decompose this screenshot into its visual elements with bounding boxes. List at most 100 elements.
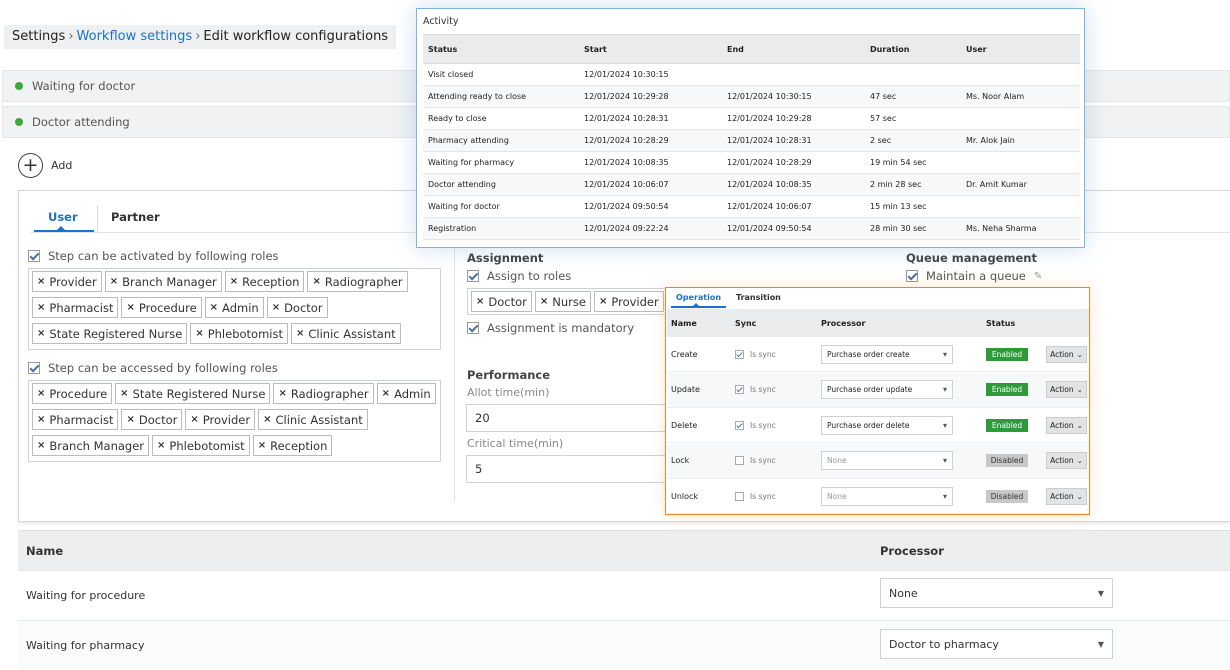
assignment-mandatory-checkbox-row[interactable]: Assignment is mandatory: [467, 321, 634, 335]
role-tag-radiographer[interactable]: × Radiographer: [307, 271, 408, 292]
breadcrumb-settings[interactable]: Settings: [12, 29, 65, 44]
checkbox-checked-icon[interactable]: [28, 362, 40, 374]
activity-start-cell: 12/01/2024 09:50:54: [579, 195, 722, 218]
tab-user[interactable]: User: [48, 210, 78, 224]
critical-time-input[interactable]: 5: [466, 455, 666, 483]
step-label: Doctor attending: [32, 115, 130, 129]
processor-select[interactable]: Doctor to pharmacy ▼: [880, 629, 1113, 659]
role-tag-procedure[interactable]: × Procedure: [32, 383, 113, 404]
role-tag-pharmacist[interactable]: × Pharmacist: [32, 409, 119, 430]
remove-tag-icon[interactable]: ×: [278, 388, 286, 399]
caret-down-icon: ▾: [942, 456, 947, 465]
activated-roles-tags[interactable]: × Provider × Branch Manager × Reception × Radio…: [28, 268, 441, 350]
remove-tag-icon[interactable]: ×: [272, 302, 280, 313]
accessed-roles-tags[interactable]: × Procedure × State Registered Nurse × Radiog…: [28, 380, 441, 462]
remove-tag-icon[interactable]: ×: [157, 440, 165, 451]
role-tag-phlebotomist[interactable]: × Phlebotomist: [152, 435, 250, 456]
checkbox-checked-icon[interactable]: [735, 385, 744, 394]
checkbox-checked-icon[interactable]: [735, 349, 744, 359]
remove-tag-icon[interactable]: ×: [312, 276, 320, 287]
remove-tag-icon[interactable]: ×: [599, 296, 607, 307]
role-tag-nurse[interactable]: × Nurse: [534, 291, 591, 312]
processor-select[interactable]: None ▾: [821, 486, 953, 506]
tab-transition[interactable]: Transition: [736, 293, 781, 302]
remove-tag-icon[interactable]: ×: [37, 414, 45, 425]
tab-partner[interactable]: Partner: [111, 210, 160, 224]
processor-select[interactable]: None ▾: [821, 451, 953, 470]
role-tag-admin[interactable]: × Admin: [204, 297, 264, 318]
remove-tag-icon[interactable]: ×: [37, 276, 45, 287]
breadcrumb-workflow-settings[interactable]: Workflow settings: [77, 29, 193, 44]
role-tag-clinic-assistant[interactable]: × Clinic Assistant: [290, 323, 401, 344]
role-tag-reception[interactable]: × Reception: [224, 271, 305, 292]
role-tag-doctor[interactable]: × Doctor: [471, 291, 532, 312]
action-button[interactable]: Action ⌄: [1046, 416, 1087, 434]
role-tag-reception[interactable]: × Reception: [252, 435, 333, 456]
sync-checkbox-row[interactable]: Is sync: [735, 444, 776, 478]
remove-tag-icon[interactable]: ×: [382, 388, 390, 399]
action-button[interactable]: Action ⌄: [1046, 345, 1087, 363]
remove-tag-icon[interactable]: ×: [258, 440, 266, 451]
role-tag-radiographer[interactable]: × Radiographer: [273, 383, 374, 404]
remove-tag-icon[interactable]: ×: [190, 414, 198, 425]
assign-to-roles-checkbox-row[interactable]: Assign to roles: [467, 269, 571, 283]
remove-tag-icon[interactable]: ×: [210, 302, 218, 313]
role-tag-state-registered-nurse[interactable]: × State Registered Nurse: [115, 383, 271, 404]
role-tag-branch-manager[interactable]: × Branch Manager: [104, 271, 222, 292]
processor-select[interactable]: Purchase order delete ▾: [821, 415, 953, 435]
remove-tag-icon[interactable]: ×: [263, 414, 271, 425]
role-tag-phlebotomist[interactable]: × Phlebotomist: [190, 323, 288, 344]
allot-time-input[interactable]: 20: [466, 404, 666, 432]
processor-select[interactable]: None ▼: [880, 578, 1113, 608]
remove-tag-icon[interactable]: ×: [126, 414, 134, 425]
processor-select[interactable]: Purchase order create ▾: [821, 344, 953, 364]
role-tag-provider[interactable]: × Provider: [593, 291, 664, 312]
sync-checkbox-row[interactable]: Is sync: [735, 408, 776, 442]
assign-roles-tags[interactable]: × Doctor × Nurse × Provider: [467, 288, 667, 315]
remove-tag-icon[interactable]: ×: [195, 328, 203, 339]
status-badge: Enabled: [986, 347, 1028, 361]
activated-roles-checkbox-row[interactable]: Step can be activated by following roles: [28, 249, 279, 263]
action-button[interactable]: Action ⌄: [1046, 487, 1087, 505]
remove-tag-icon[interactable]: ×: [296, 328, 304, 339]
remove-tag-icon[interactable]: ×: [110, 276, 118, 287]
role-tag-provider[interactable]: × Provider: [185, 409, 256, 430]
role-tag-branch-manager[interactable]: × Branch Manager: [32, 435, 150, 456]
checkbox-unchecked-icon[interactable]: [735, 456, 744, 465]
remove-tag-icon[interactable]: ×: [37, 388, 45, 399]
checkbox-checked-icon[interactable]: [467, 270, 479, 282]
row-name: Waiting for pharmacy: [26, 639, 145, 652]
remove-tag-icon[interactable]: ×: [230, 276, 238, 287]
role-tag-state-registered-nurse[interactable]: × State Registered Nurse: [32, 323, 188, 344]
checkbox-checked-icon[interactable]: [906, 270, 918, 282]
tab-operation[interactable]: Operation: [676, 293, 721, 302]
checkbox-unchecked-icon[interactable]: [735, 491, 744, 501]
sync-checkbox-row[interactable]: Is sync: [735, 479, 776, 513]
remove-tag-icon[interactable]: ×: [126, 302, 134, 313]
remove-tag-icon[interactable]: ×: [37, 328, 45, 339]
sync-checkbox-row[interactable]: Is sync: [735, 373, 776, 407]
maintain-queue-checkbox-row[interactable]: Maintain a queue ✎: [906, 269, 1042, 283]
role-tag-doctor[interactable]: × Doctor: [266, 297, 328, 318]
role-tag-procedure[interactable]: × Procedure: [121, 297, 202, 318]
accessed-roles-checkbox-row[interactable]: Step can be accessed by following roles: [28, 361, 278, 375]
role-tag-doctor[interactable]: × Doctor: [121, 409, 183, 430]
pencil-icon[interactable]: ✎: [1034, 271, 1042, 282]
action-button[interactable]: Action ⌄: [1046, 381, 1087, 398]
remove-tag-icon[interactable]: ×: [37, 302, 45, 313]
remove-tag-icon[interactable]: ×: [120, 388, 128, 399]
checkbox-checked-icon[interactable]: [735, 420, 744, 430]
action-button[interactable]: Action ⌄: [1046, 452, 1087, 469]
remove-tag-icon[interactable]: ×: [476, 296, 484, 307]
processor-select[interactable]: Purchase order update ▾: [821, 380, 953, 399]
role-tag-provider[interactable]: × Provider: [32, 271, 102, 292]
sync-checkbox-row[interactable]: Is sync: [735, 337, 776, 371]
role-tag-clinic-assistant[interactable]: × Clinic Assistant: [258, 409, 368, 430]
add-button[interactable]: + Add: [18, 153, 72, 178]
role-tag-admin[interactable]: × Admin: [376, 383, 436, 404]
remove-tag-icon[interactable]: ×: [37, 440, 45, 451]
remove-tag-icon[interactable]: ×: [540, 296, 548, 307]
checkbox-checked-icon[interactable]: [28, 250, 40, 262]
role-tag-pharmacist[interactable]: × Pharmacist: [32, 297, 119, 318]
checkbox-checked-icon[interactable]: [467, 322, 479, 334]
